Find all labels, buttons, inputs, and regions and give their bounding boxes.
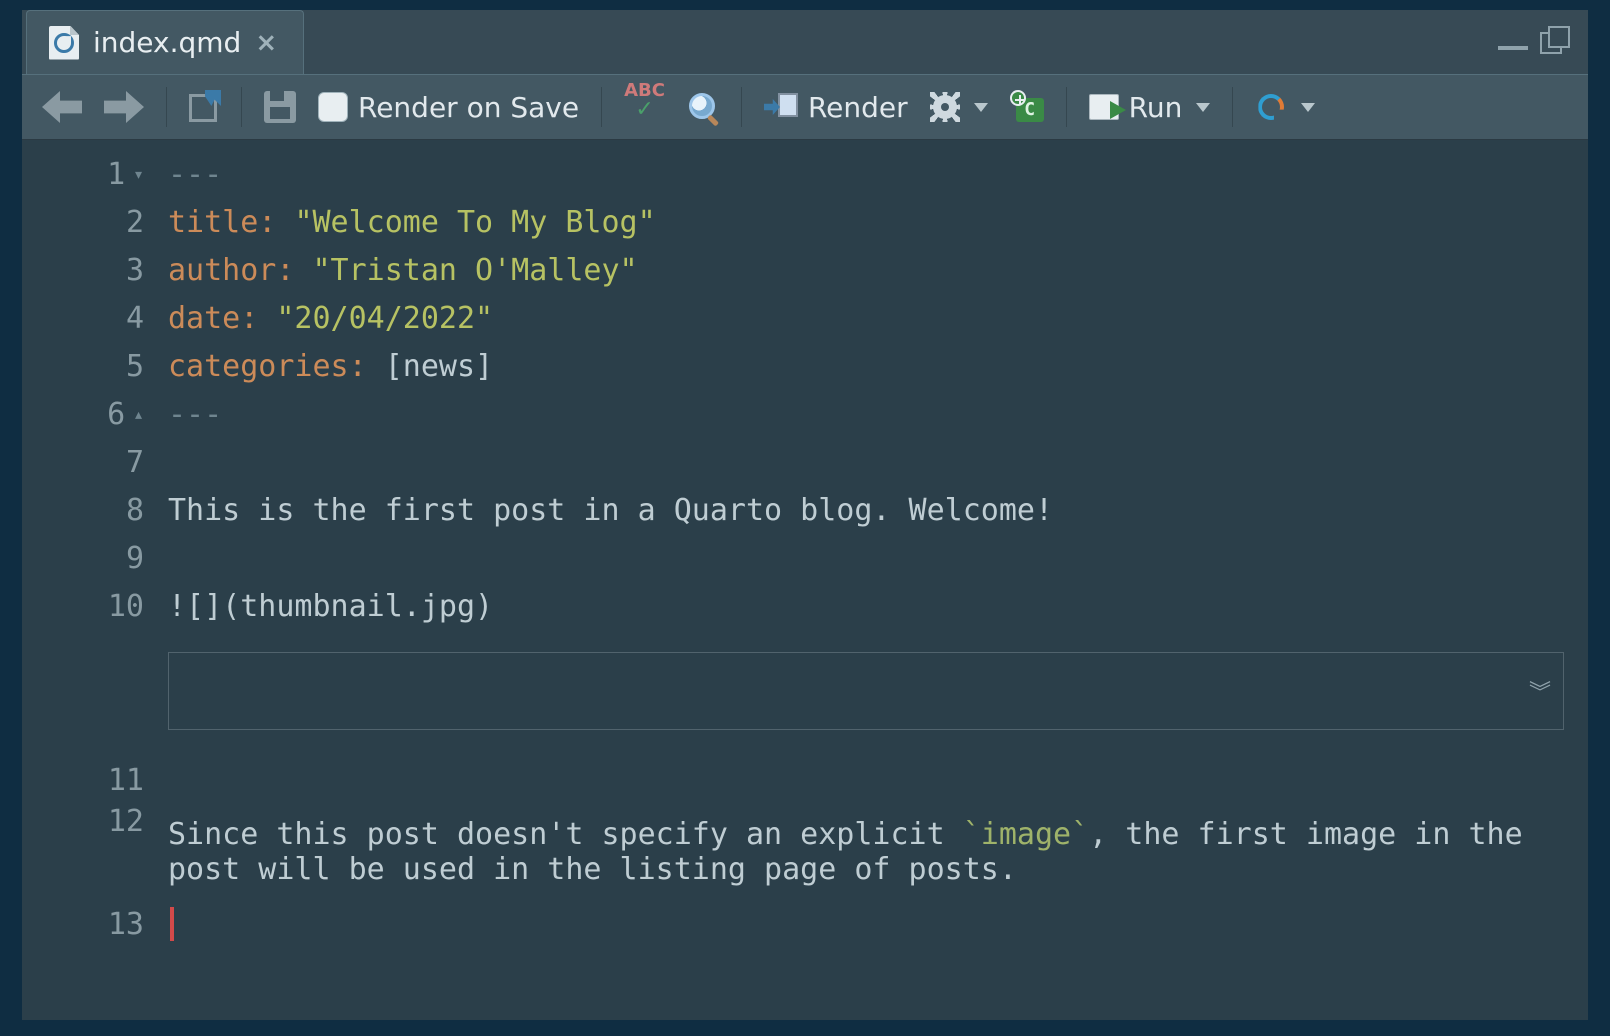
toolbar-separator [241, 87, 242, 127]
code-text: Since this post doesn't specify an expli… [168, 817, 1568, 887]
add-code-chunk-icon: C [1010, 92, 1044, 122]
yaml-value: "20/04/2022" [276, 301, 493, 336]
line-number: 9 [126, 541, 144, 576]
run-icon [1089, 94, 1119, 120]
code-text: --- [168, 397, 222, 432]
gear-icon [930, 92, 960, 122]
toolbar-separator [166, 87, 167, 127]
arrow-right-icon [104, 91, 144, 123]
line-number: 2 [126, 205, 144, 240]
show-in-new-window-button[interactable] [183, 88, 225, 126]
code-editor[interactable]: 1 ▾ 2 3 4 5 6 ▴ 7 8 9 10 11 12 13 --- titl… [22, 140, 1588, 1020]
chevron-down-icon [1196, 103, 1210, 112]
line-number: 13 [108, 907, 144, 942]
yaml-value: [news] [385, 349, 493, 384]
publish-icon [1255, 91, 1287, 123]
code-text: --- [168, 157, 222, 192]
maximize-pane-button[interactable] [1540, 26, 1570, 56]
publish-button[interactable] [1249, 87, 1321, 127]
tab-index-qmd[interactable]: index.qmd × [26, 10, 304, 74]
line-number-gutter: 1 ▾ 2 3 4 5 6 ▴ 7 8 9 10 11 12 13 [22, 140, 158, 1020]
minimize-pane-button[interactable] [1498, 26, 1528, 50]
quarto-file-icon [49, 26, 79, 60]
save-button[interactable] [258, 87, 302, 127]
yaml-key: author: [168, 253, 294, 288]
toolbar-separator [601, 87, 602, 127]
yaml-key: date: [168, 301, 258, 336]
yaml-value: "Welcome To My Blog" [294, 205, 655, 240]
toolbar-separator [741, 87, 742, 127]
line-number: 5 [126, 349, 144, 384]
code-text: This is the first post in a Quarto blog.… [168, 493, 1053, 528]
tab-filename: index.qmd [93, 26, 241, 59]
code-area[interactable]: --- title: "Welcome To My Blog" author: … [158, 140, 1588, 1020]
pane-window-controls [1498, 26, 1570, 56]
line-number: 11 [108, 763, 144, 798]
line-number: 10 [108, 589, 144, 624]
tab-bar: index.qmd × [22, 10, 1588, 74]
spellcheck-icon: ABC✓ [624, 84, 665, 130]
nav-forward-button[interactable] [98, 87, 150, 127]
tab-close-icon[interactable]: × [255, 28, 277, 58]
line-number: 6 [107, 397, 125, 432]
render-label: Render [808, 91, 908, 124]
render-options-button[interactable] [924, 88, 994, 126]
text-cursor [170, 907, 174, 941]
magnifier-icon [687, 91, 719, 123]
fold-up-icon[interactable]: ▴ [133, 404, 144, 425]
expand-chevron-icon[interactable]: ︾ [1529, 675, 1545, 707]
insert-chunk-button[interactable]: C [1004, 88, 1050, 126]
find-replace-button[interactable] [681, 87, 725, 127]
render-on-save-label: Render on Save [358, 91, 579, 124]
save-icon [264, 91, 296, 123]
line-number: 12 [108, 804, 144, 839]
line-number: 4 [126, 301, 144, 336]
line-number: 7 [126, 445, 144, 480]
yaml-value: "Tristan O'Malley" [313, 253, 638, 288]
toolbar-separator [1066, 87, 1067, 127]
toolbar-separator [1232, 87, 1233, 127]
nav-back-button[interactable] [36, 87, 88, 127]
image-preview-placeholder[interactable]: ︾ [168, 652, 1564, 730]
chevron-down-icon [1301, 103, 1315, 112]
fold-down-icon[interactable]: ▾ [133, 164, 144, 185]
yaml-key: title: [168, 205, 276, 240]
code-text: ![](thumbnail.jpg) [168, 589, 493, 624]
render-button[interactable]: Render [758, 87, 914, 128]
popout-icon [189, 92, 219, 122]
line-number: 1 [107, 157, 125, 192]
render-icon [764, 93, 798, 121]
line-number: 8 [126, 493, 144, 528]
editor-toolbar: Render on Save ABC✓ Render C Run [22, 74, 1588, 140]
yaml-key: categories: [168, 349, 367, 384]
editor-pane: index.qmd × Render on Save ABC✓ Render [22, 10, 1588, 1020]
spellcheck-button[interactable]: ABC✓ [618, 80, 671, 134]
arrow-left-icon [42, 91, 82, 123]
run-button[interactable]: Run [1083, 87, 1217, 128]
line-number: 3 [126, 253, 144, 288]
chevron-down-icon [974, 103, 988, 112]
render-on-save-toggle[interactable]: Render on Save [312, 87, 585, 128]
checkbox-unchecked-icon [318, 92, 348, 122]
run-label: Run [1129, 91, 1183, 124]
